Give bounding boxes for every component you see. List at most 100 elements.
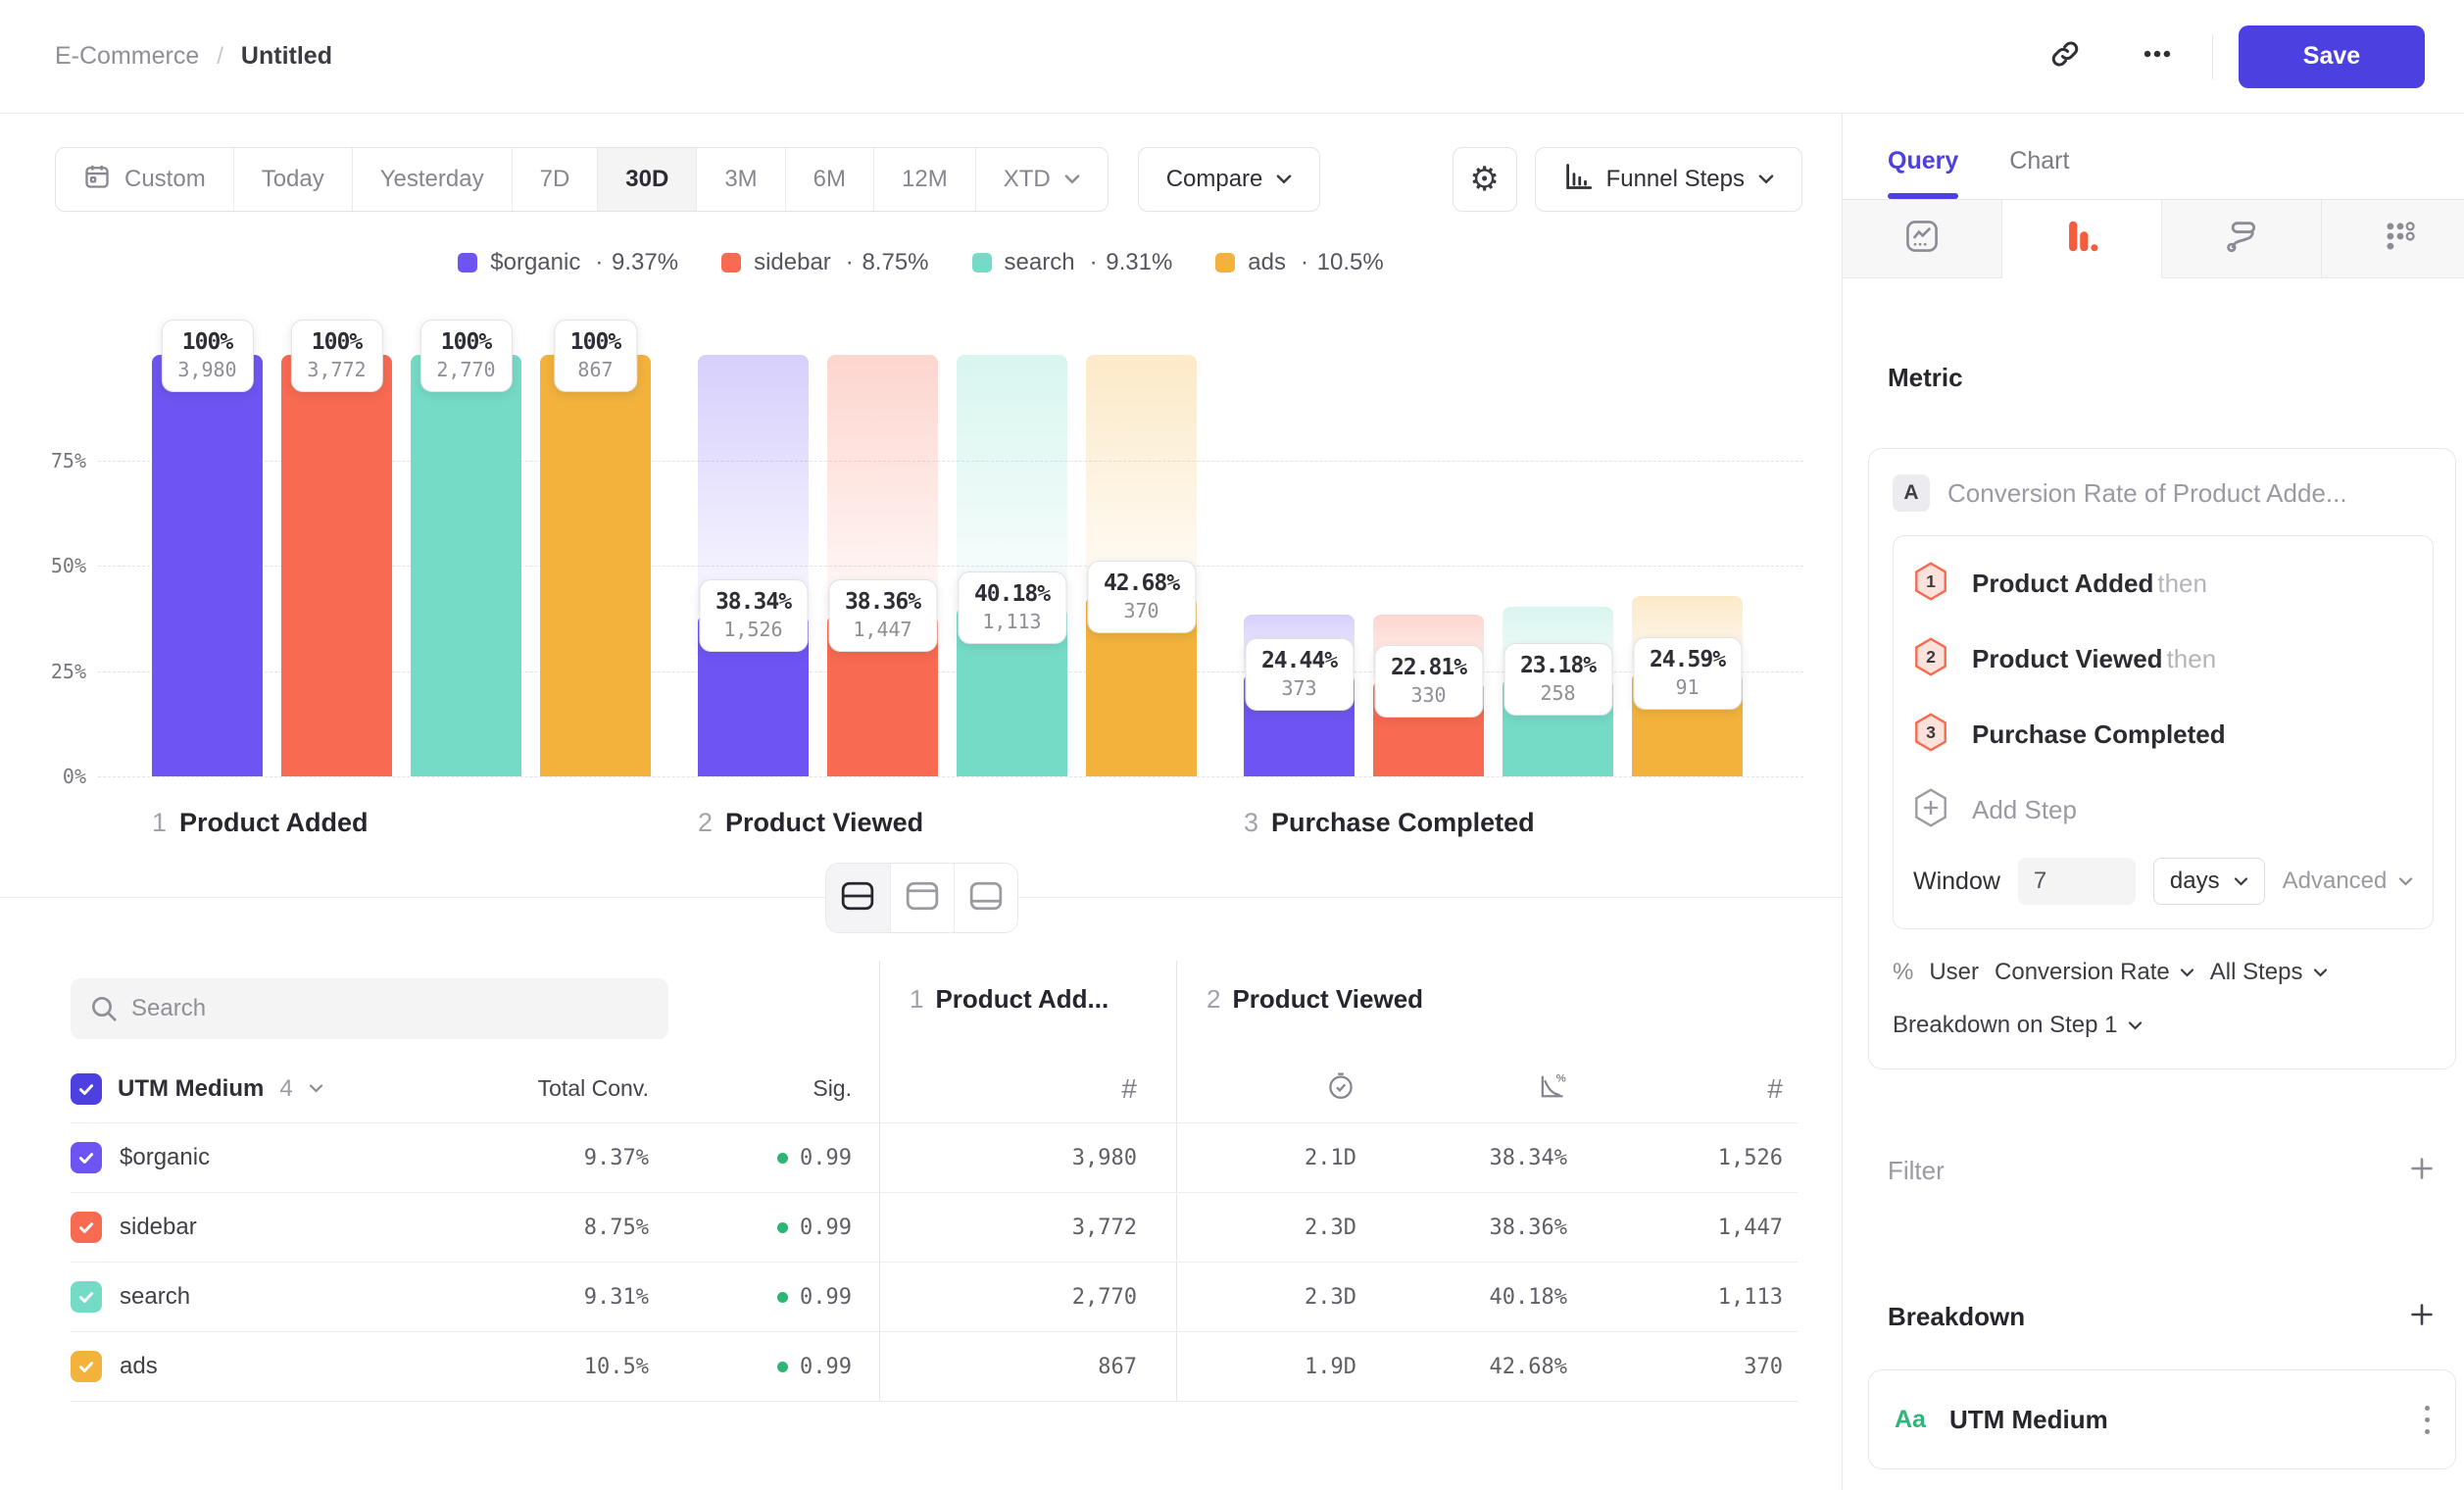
funnel-bar[interactable]: 24.44%373 bbox=[1244, 355, 1355, 776]
range-3m[interactable]: 3M bbox=[697, 148, 785, 211]
count-column-header[interactable]: # bbox=[879, 1055, 1176, 1122]
funnel-bar[interactable]: 22.81%330 bbox=[1373, 355, 1484, 776]
date-toolbar: Custom Today Yesterday 7D 30D 3M 6M 12M … bbox=[55, 147, 1802, 212]
add-filter-button[interactable] bbox=[2409, 1156, 2435, 1186]
funnel-bar[interactable]: 100%3,772 bbox=[281, 355, 392, 776]
window-value-input[interactable] bbox=[2018, 858, 2136, 905]
row-checkbox[interactable] bbox=[71, 1142, 102, 1173]
row-checkbox[interactable] bbox=[71, 1351, 102, 1382]
step-row-1[interactable]: 1 Product Addedthen bbox=[1913, 546, 2413, 621]
range-yesterday[interactable]: Yesterday bbox=[353, 148, 513, 211]
funnel-steps-icon bbox=[1563, 162, 1593, 198]
funnel-bar[interactable]: 100%2,770 bbox=[411, 355, 521, 776]
funnels-tab[interactable] bbox=[2002, 200, 2162, 278]
count2-column-header[interactable]: # bbox=[1583, 1055, 1799, 1122]
funnel-bar[interactable]: 100%867 bbox=[540, 355, 651, 776]
row-name: $organic bbox=[120, 1144, 210, 1171]
chevron-down-icon bbox=[1064, 174, 1080, 184]
kebab-menu-icon[interactable] bbox=[2425, 1406, 2430, 1434]
legend-item[interactable]: sidebar8.75% bbox=[721, 249, 928, 276]
step-row-2[interactable]: 2 Product Viewedthen bbox=[1913, 621, 2413, 697]
funnel-bar[interactable]: 38.34%1,526 bbox=[698, 355, 809, 776]
metric-selector[interactable]: Conversion Rate bbox=[1995, 959, 2194, 986]
conv-rate-column-header[interactable]: % bbox=[1372, 1055, 1583, 1122]
metric-card: A Conversion Rate of Product Adde... 1 P… bbox=[1868, 448, 2456, 1069]
chart-settings-button[interactable]: ⚙ bbox=[1453, 147, 1517, 212]
flows-tab[interactable] bbox=[2162, 200, 2322, 278]
funnel-bar[interactable]: 40.18%1,113 bbox=[957, 355, 1067, 776]
search-input[interactable] bbox=[71, 978, 668, 1039]
range-30d[interactable]: 30D bbox=[598, 148, 697, 211]
table-row[interactable]: sidebar 8.75% 0.99 3,772 2.3D 38.36% 1,4… bbox=[71, 1193, 1798, 1263]
funnel-bar[interactable]: 23.18%258 bbox=[1503, 355, 1613, 776]
sig-header[interactable]: Sig. bbox=[813, 1075, 852, 1102]
add-step-button[interactable]: Add Step bbox=[1913, 772, 2413, 848]
compare-button[interactable]: Compare bbox=[1138, 147, 1321, 212]
metric-heading: Metric bbox=[1888, 363, 2464, 393]
column-group-step1: 1 Product Add... bbox=[879, 961, 1176, 1055]
scope-selector[interactable]: All Steps bbox=[2210, 959, 2328, 986]
funnel-step-group: 100%3,980100%3,772100%2,770100%867 bbox=[152, 355, 651, 776]
metric-title-row[interactable]: A Conversion Rate of Product Adde... bbox=[1893, 474, 2434, 512]
breakdown-on-selector[interactable]: Breakdown on Step 1 bbox=[1893, 1012, 2434, 1039]
tab-query[interactable]: Query bbox=[1888, 147, 1958, 199]
funnel-bar[interactable]: 42.68%370 bbox=[1086, 355, 1197, 776]
row-checkbox[interactable] bbox=[71, 1281, 102, 1313]
step-row-3[interactable]: 3 Purchase Completed bbox=[1913, 697, 2413, 772]
bar-value-label: 38.34%1,526 bbox=[699, 579, 808, 652]
breakdown-property-card[interactable]: Aa UTM Medium bbox=[1868, 1369, 2456, 1469]
legend-item[interactable]: $organic9.37% bbox=[458, 249, 678, 276]
funnel-dropoff-ghost bbox=[957, 355, 1067, 607]
funnel-bar[interactable]: 100%3,980 bbox=[152, 355, 263, 776]
conversion-window-row: Window days Advanced bbox=[1913, 858, 2413, 905]
percent-icon: % bbox=[1893, 959, 1913, 986]
retention-tab[interactable] bbox=[2322, 200, 2464, 278]
report-type-tabs bbox=[1843, 200, 2464, 278]
string-type-icon: Aa bbox=[1895, 1406, 1926, 1434]
breakdown-column-header[interactable]: UTM Medium 4 bbox=[71, 1073, 536, 1105]
chevron-down-icon bbox=[2180, 968, 2194, 977]
layout-chart-only-button[interactable] bbox=[890, 864, 954, 932]
more-menu-button[interactable] bbox=[2128, 27, 2187, 86]
breadcrumb-current[interactable]: Untitled bbox=[241, 42, 332, 71]
breadcrumb: E-Commerce / Untitled bbox=[55, 42, 332, 71]
save-button[interactable]: Save bbox=[2239, 25, 2425, 88]
funnel-bar[interactable]: 38.36%1,447 bbox=[827, 355, 938, 776]
table-row[interactable]: $organic 9.37% 0.99 3,980 2.1D 38.34% 1,… bbox=[71, 1123, 1798, 1193]
total-conv-header[interactable]: Total Conv. bbox=[538, 1075, 649, 1102]
y-axis-tick: 75% bbox=[37, 449, 86, 472]
select-all-checkbox[interactable] bbox=[71, 1073, 102, 1105]
insights-tab[interactable] bbox=[1843, 200, 2002, 278]
table-row[interactable]: search 9.31% 0.99 2,770 2.3D 40.18% 1,11… bbox=[71, 1263, 1798, 1332]
entity-selector[interactable]: User bbox=[1929, 959, 1979, 986]
row-checkbox[interactable] bbox=[71, 1212, 102, 1243]
layout-split-button[interactable] bbox=[826, 864, 890, 932]
flows-icon bbox=[2223, 218, 2260, 260]
legend-item[interactable]: ads10.5% bbox=[1215, 249, 1383, 276]
range-7d[interactable]: 7D bbox=[513, 148, 599, 211]
range-today[interactable]: Today bbox=[234, 148, 353, 211]
view-type-button[interactable]: Funnel Steps bbox=[1535, 147, 1802, 212]
window-unit-select[interactable]: days bbox=[2153, 858, 2265, 905]
table-row[interactable]: ads 10.5% 0.99 867 1.9D 42.68% 370 bbox=[71, 1332, 1798, 1402]
add-breakdown-button[interactable] bbox=[2409, 1302, 2435, 1332]
legend-swatch bbox=[458, 253, 477, 273]
range-12m[interactable]: 12M bbox=[874, 148, 976, 211]
avg-time-column-header[interactable] bbox=[1176, 1055, 1372, 1122]
funnel-bar[interactable]: 24.59%91 bbox=[1632, 355, 1743, 776]
legend-swatch bbox=[972, 253, 992, 273]
range-xtd[interactable]: XTD bbox=[976, 148, 1108, 211]
range-custom[interactable]: Custom bbox=[56, 148, 234, 211]
tab-chart[interactable]: Chart bbox=[2009, 147, 2069, 199]
chevron-down-icon bbox=[1276, 174, 1292, 184]
bar-value-label: 24.44%373 bbox=[1245, 638, 1354, 711]
funnel-step-group: 24.44%373 22.81%33023.18%25824.59%91 bbox=[1244, 355, 1743, 776]
chevron-down-icon bbox=[2313, 968, 2328, 977]
breadcrumb-parent[interactable]: E-Commerce bbox=[55, 42, 199, 71]
share-link-button[interactable] bbox=[2036, 27, 2094, 86]
range-6m[interactable]: 6M bbox=[786, 148, 874, 211]
legend-item[interactable]: search9.31% bbox=[972, 249, 1173, 276]
layout-table-only-button[interactable] bbox=[954, 864, 1017, 932]
advanced-dropdown[interactable]: Advanced bbox=[2283, 868, 2414, 895]
chevron-down-icon bbox=[2234, 877, 2248, 886]
